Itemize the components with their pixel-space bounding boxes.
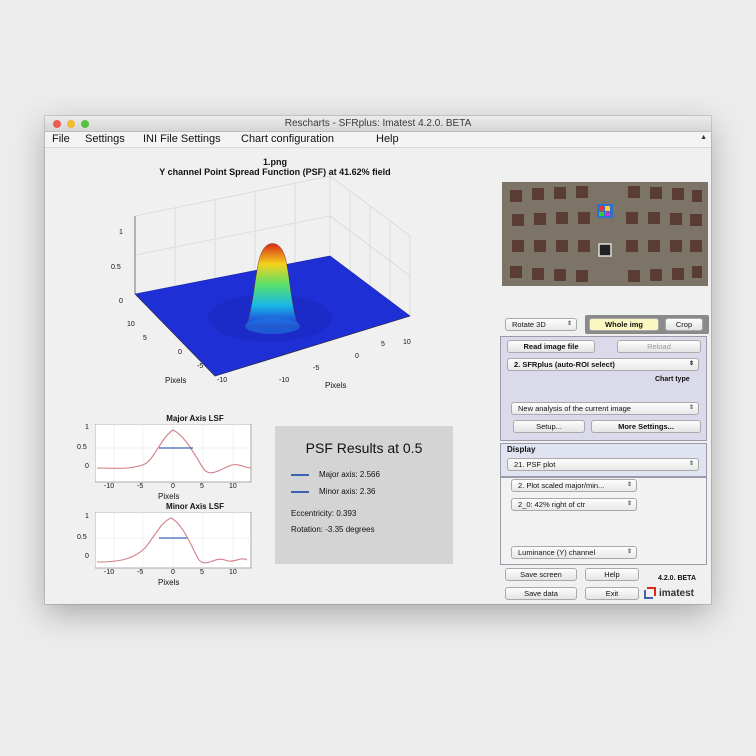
plot3d-z-tick: 0 [119,298,123,305]
plot3d-z-tick: 1 [119,229,123,236]
menu-overflow-icon[interactable]: ▲ [700,134,707,141]
minor-axis-value: Minor axis: 2.36 [319,487,376,496]
rotate-3d-select-value: Rotate 3D [512,320,546,329]
major-axis-legend-line [291,474,309,476]
imatest-brand: imatest [659,588,695,599]
lsf-minor-plot[interactable] [95,512,255,574]
title-bar: Rescharts - SFRplus: Imatest 4.2.0. BETA [45,116,711,132]
minor-axis-legend-line [291,491,309,493]
plot-type-select-value: 2. Plot scaled major/min... [518,481,605,490]
menu-settings[interactable]: Settings [85,133,125,145]
plot3d-left-tick: 5 [143,335,147,342]
lsf-minor-y-tick: 0.5 [77,534,87,541]
menu-file[interactable]: File [52,133,70,145]
exit-button[interactable]: Exit [585,587,639,600]
updown-arrows-icon: ⇕ [688,361,694,367]
more-settings-button[interactable]: More Settings... [591,420,701,433]
updown-arrows-icon: ⇕ [626,549,632,555]
roi-select-value: 2_0: 42% right of ctr [518,500,586,509]
save-screen-button[interactable]: Save screen [505,568,577,581]
lsf-minor-y-tick: 1 [85,513,89,520]
lsf-major-x-tick: 10 [229,483,237,490]
analysis-mode-select-value: New analysis of the current image [518,404,631,413]
analysis-mode-select[interactable]: New analysis of the current image ⇕ [511,402,699,415]
chart-type-select[interactable]: 2. SFRplus (auto-ROI select) ⇕ [507,358,699,371]
lsf-major-x-tick: -5 [137,483,144,490]
plot3d-right-tick: 5 [381,341,385,348]
rotation-value: Rotation: -3.35 degrees [291,525,375,534]
crop-button[interactable]: Crop [665,318,703,331]
lsf-minor-x-tick: 5 [200,569,204,576]
major-axis-value: Major axis: 2.566 [319,470,380,479]
eccentricity-value: Eccentricity: 0.393 [291,509,357,518]
plot3d-left-tick: -5 [197,363,204,370]
updown-arrows-icon: ⇕ [626,501,632,507]
lsf-minor-x-tick: 10 [229,569,237,576]
lsf-major-x-tick: -10 [104,483,115,490]
lsf-minor-title: Minor Axis LSF [166,502,224,511]
plot3d-left-axis-label: Pixels [165,376,187,385]
chart-thumbnail-image[interactable] [502,182,708,286]
lsf-minor-x-tick: -5 [137,569,144,576]
display-label: Display [507,445,536,454]
plot3d-z-tick: 0.5 [111,264,121,271]
lsf-major-y-tick: 0.5 [77,444,87,451]
window-title: Rescharts - SFRplus: Imatest 4.2.0. BETA [284,118,472,129]
psf-peak-base [245,318,300,334]
save-data-button[interactable]: Save data [505,587,577,600]
chart-type-select-value: 2. SFRplus (auto-ROI select) [514,360,615,369]
display-select-value: 21. PSF plot [514,460,556,469]
version-label: 4.2.0. BETA [658,575,696,582]
help-button[interactable]: Help [585,568,639,581]
plot3d-right-tick: 0 [355,353,359,360]
lsf-minor-x-tick: 0 [171,569,175,576]
psf-3d-plot[interactable] [45,176,445,396]
menu-ini-file-settings[interactable]: INI File Settings [143,133,221,145]
plot3d-left-tick: 10 [127,321,135,328]
psf-results-title: PSF Results at 0.5 [305,440,423,456]
lsf-major-y-tick: 1 [85,424,89,431]
menu-help[interactable]: Help [376,133,399,145]
lsf-minor-x-tick: -10 [104,569,115,576]
plot3d-right-tick: -5 [313,365,320,372]
menu-bar: File Settings INI File Settings Chart co… [45,132,711,148]
lsf-major-x-label: Pixels [158,492,180,501]
lsf-major-x-tick: 0 [171,483,175,490]
plot-type-select[interactable]: 2. Plot scaled major/min... ⇕ [511,479,637,492]
plot3d-right-tick: 10 [403,339,411,346]
psf-results-panel: PSF Results at 0.5 Major axis: 2.566 Min… [275,426,453,564]
channel-select-value: Luminance (Y) channel [518,548,596,557]
app-window: Rescharts - SFRplus: Imatest 4.2.0. BETA… [45,116,711,604]
plot3d-left-tick: -10 [217,377,228,384]
chart-type-label: Chart type [655,376,690,383]
imatest-logo-icon [644,587,656,599]
lsf-minor-x-label: Pixels [158,578,180,587]
rotate-3d-select[interactable]: Rotate 3D ⇕ [505,318,577,331]
lsf-major-title: Major Axis LSF [166,414,224,423]
updown-arrows-icon: ⇕ [688,461,694,467]
channel-select[interactable]: Luminance (Y) channel ⇕ [511,546,637,559]
updown-arrows-icon: ⇕ [688,405,694,411]
lsf-minor-y-tick: 0 [85,553,89,560]
read-image-file-button[interactable]: Read image file [507,340,595,353]
plot3d-title-line1: 1.png [263,157,287,167]
lsf-major-x-tick: 5 [200,483,204,490]
setup-button[interactable]: Setup... [513,420,585,433]
plot3d-right-tick: -10 [279,377,290,384]
lsf-major-plot[interactable] [95,424,255,488]
lsf-major-y-tick: 0 [85,463,89,470]
plot3d-right-axis-label: Pixels [325,381,347,390]
menu-chart-configuration[interactable]: Chart configuration [241,133,334,145]
updown-arrows-icon: ⇕ [626,482,632,488]
updown-arrows-icon: ⇕ [566,321,572,327]
display-select[interactable]: 21. PSF plot ⇕ [507,458,699,471]
plot3d-left-tick: 0 [178,349,182,356]
reload-button[interactable]: Reload [617,340,701,353]
roi-select[interactable]: 2_0: 42% right of ctr ⇕ [511,498,637,511]
whole-img-button[interactable]: Whole img [589,318,659,331]
